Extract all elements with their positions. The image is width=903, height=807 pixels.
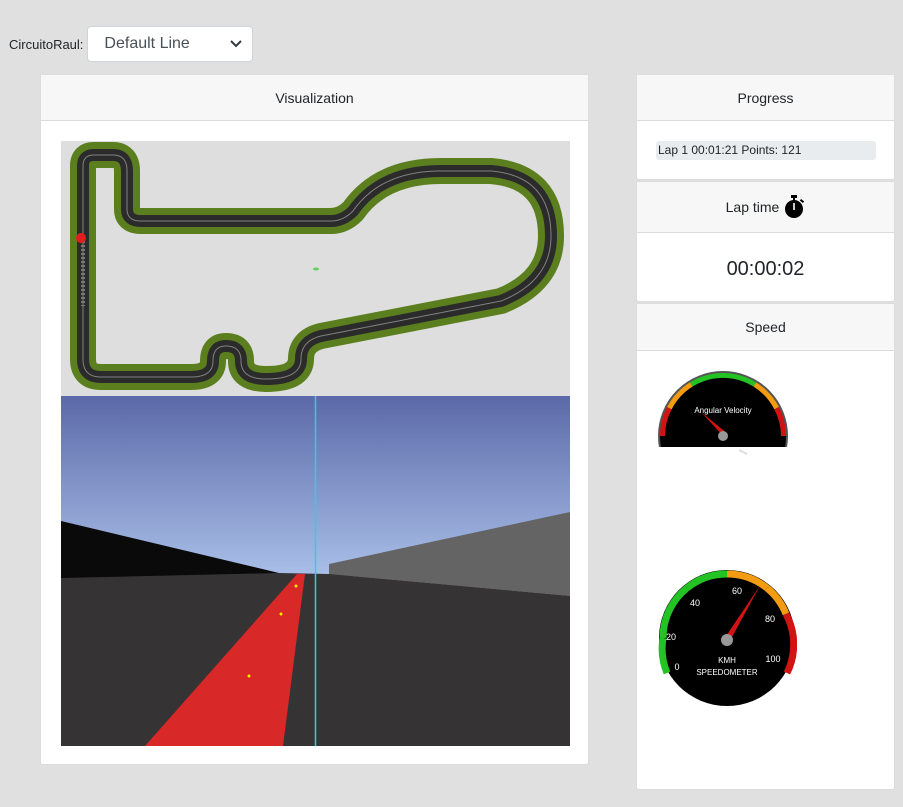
circuit-select-value: Default Line	[104, 35, 190, 52]
map-point	[313, 267, 319, 271]
visualization-header: Visualization	[41, 75, 588, 121]
track-border	[70, 142, 564, 392]
speed-card: Speed Angular Velocity 0 20 40 60 80 100…	[636, 303, 895, 790]
speedometer-tick: 80	[765, 614, 775, 624]
visualization-card: Visualization	[40, 74, 589, 765]
chevron-down-icon	[230, 40, 243, 48]
speedometer-gauge: 0 20 40 60 80 100 KMH SPEEDOMETER	[658, 570, 797, 710]
needle-hub	[718, 431, 728, 441]
line-point	[247, 674, 251, 678]
speedometer-tick: 0	[674, 662, 679, 672]
speedometer-tick: 20	[666, 632, 676, 642]
speedometer-tick: 40	[690, 598, 700, 608]
track-map-image	[70, 142, 564, 392]
car-position-marker	[76, 233, 86, 243]
progress-card: Progress Lap 1 00:01:21 Points: 121	[636, 74, 895, 180]
circuit-selector-row: CircuitoRaul: Default Line	[9, 26, 254, 62]
speedometer-tick: 60	[732, 586, 742, 596]
speed-header: Speed	[637, 304, 894, 351]
line-point	[294, 584, 298, 588]
lap-time-header: Lap time	[637, 182, 894, 233]
speedometer-tick: 100	[765, 654, 780, 664]
progress-bar: Lap 1 00:01:21 Points: 121	[656, 141, 876, 160]
speedometer-unit: KMH	[718, 656, 736, 665]
stopwatch-icon	[785, 195, 805, 218]
angular-velocity-gauge: Angular Velocity	[658, 371, 788, 455]
lap-time-value: 00:00:02	[726, 258, 805, 280]
lap-time-title: Lap time	[725, 198, 780, 215]
circuit-select[interactable]: Default Line	[87, 26, 254, 62]
circuit-label: CircuitoRaul:	[9, 36, 84, 52]
camera-view	[61, 396, 570, 746]
progress-header: Progress	[637, 75, 894, 121]
camera-image	[61, 396, 570, 746]
speedometer-hub	[721, 634, 733, 646]
speedometer-label: SPEEDOMETER	[696, 668, 758, 677]
progress-text: Lap 1 00:01:21 Points: 121	[658, 143, 802, 157]
line-point	[279, 612, 283, 616]
lap-time-card: Lap time 00:00:02	[636, 181, 895, 302]
track-map	[61, 141, 570, 396]
